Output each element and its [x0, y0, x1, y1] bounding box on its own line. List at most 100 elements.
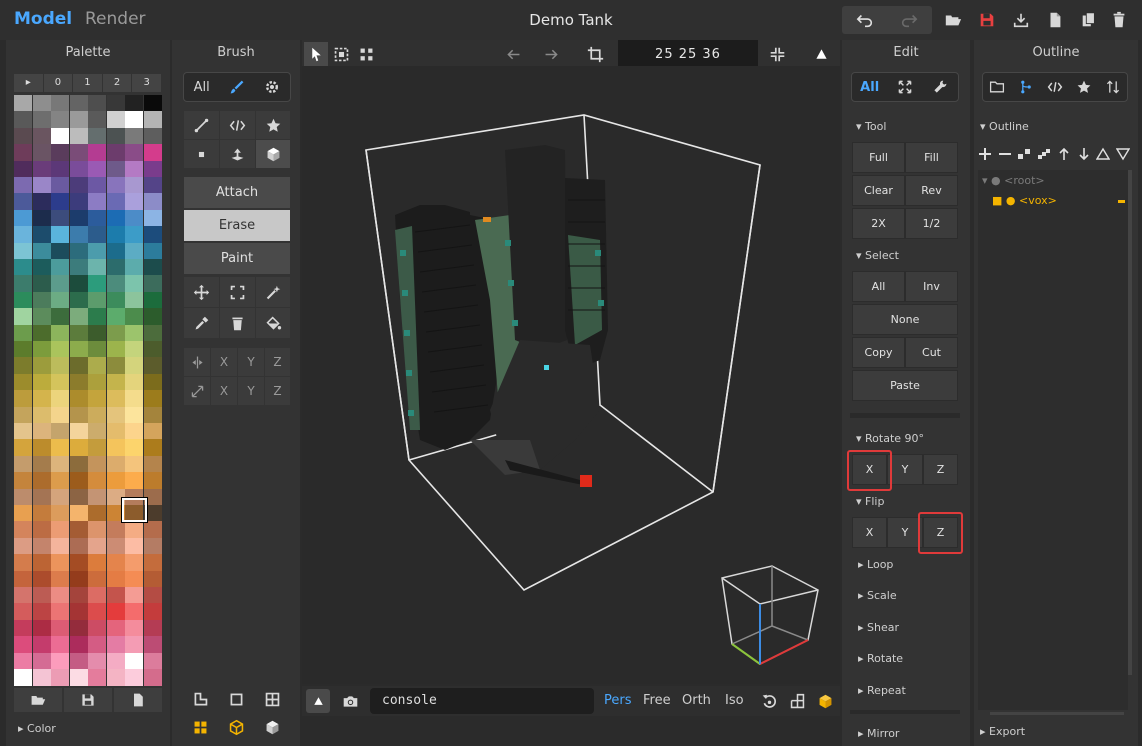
palette-swatch[interactable]: [106, 455, 125, 473]
paste-button[interactable]: Paste: [852, 370, 958, 401]
palette-swatch[interactable]: [69, 652, 88, 670]
palette-swatch[interactable]: [14, 373, 32, 391]
select-invert-button[interactable]: Inv: [905, 271, 958, 302]
layout-square-button[interactable]: [224, 688, 248, 710]
palette-swatch[interactable]: [32, 554, 51, 572]
palette-swatch[interactable]: [88, 570, 106, 588]
palette-swatch[interactable]: [69, 390, 88, 408]
mirror-y-button[interactable]: Y: [238, 348, 264, 376]
palette-swatch[interactable]: [88, 406, 106, 424]
palette-swatch[interactable]: [106, 636, 125, 654]
palette-swatch[interactable]: [14, 144, 32, 162]
palette-swatch[interactable]: [106, 373, 125, 391]
palette-swatch[interactable]: [32, 505, 51, 522]
brush-filter-settings[interactable]: [255, 73, 290, 101]
palette-swatch[interactable]: [88, 488, 106, 506]
palette-swatch[interactable]: [106, 177, 125, 194]
select-tool-button[interactable]: [220, 277, 255, 307]
palette-swatch[interactable]: [88, 439, 106, 457]
palette-swatch[interactable]: [69, 209, 88, 227]
palette-swatch[interactable]: [32, 111, 51, 129]
mirror-toggle-button[interactable]: [184, 348, 210, 376]
palette-swatch[interactable]: [69, 406, 88, 424]
half-button[interactable]: 1/2: [905, 208, 958, 239]
palette-swatch[interactable]: [69, 193, 88, 211]
palette-swatch[interactable]: [32, 455, 51, 473]
redo-button[interactable]: [894, 6, 924, 34]
palette-swatch[interactable]: [143, 209, 162, 227]
palette-swatch[interactable]: [32, 373, 51, 391]
palette-swatch[interactable]: [106, 95, 125, 112]
palette-swatch[interactable]: [125, 259, 143, 276]
view-blocks-button[interactable]: [188, 714, 212, 740]
full-button[interactable]: Full: [852, 142, 905, 173]
cut-button[interactable]: Cut: [905, 337, 958, 368]
palette-swatch[interactable]: [88, 177, 106, 194]
palette-swatch[interactable]: [32, 587, 51, 604]
palette-swatch[interactable]: [32, 488, 51, 506]
palette-swatch[interactable]: [51, 308, 69, 326]
paint-button[interactable]: Paint: [184, 243, 290, 274]
palette-swatch[interactable]: [32, 652, 51, 670]
palette-swatch[interactable]: [14, 554, 32, 572]
copy-button[interactable]: Copy: [852, 337, 905, 368]
palette-swatch[interactable]: [143, 652, 162, 670]
palette-swatch[interactable]: [143, 636, 162, 654]
palette-swatch[interactable]: [51, 652, 69, 670]
palette-swatch[interactable]: [32, 423, 51, 440]
palette-swatch[interactable]: [106, 603, 125, 621]
palette-swatch[interactable]: [32, 308, 51, 326]
palette-swatch[interactable]: [106, 308, 125, 326]
palette-header-0[interactable]: 0: [43, 74, 74, 92]
palette-swatch[interactable]: [69, 619, 88, 637]
layout-split-button[interactable]: [786, 689, 808, 713]
select-all-button[interactable]: All: [852, 271, 905, 302]
fill-button[interactable]: Fill: [905, 142, 958, 173]
palette-swatch[interactable]: [14, 193, 32, 211]
palette-swatch[interactable]: [14, 127, 32, 145]
history-forward-button[interactable]: [538, 42, 564, 66]
palette-swatch[interactable]: [125, 554, 143, 572]
export-section[interactable]: ▸ Export: [980, 725, 1025, 738]
add-icon[interactable]: [978, 147, 992, 161]
screenshot-button[interactable]: [338, 689, 362, 713]
palette-swatch[interactable]: [125, 275, 143, 293]
palette-swatch[interactable]: [32, 127, 51, 145]
palette-swatch[interactable]: [125, 636, 143, 654]
viewport-menu-button[interactable]: [808, 42, 834, 66]
palette-swatch[interactable]: [88, 669, 106, 686]
diagonal-z-button[interactable]: Z: [265, 377, 290, 405]
palette-swatch[interactable]: [32, 177, 51, 194]
palette-swatch[interactable]: [125, 226, 143, 244]
palette-swatch[interactable]: [88, 357, 106, 375]
palette-swatch[interactable]: [143, 423, 162, 440]
collapse-all-icon[interactable]: [1115, 147, 1130, 161]
palette-swatch[interactable]: [125, 193, 143, 211]
model-size-readout[interactable]: 25 25 36: [618, 40, 758, 68]
rotate-section[interactable]: ▸ Rotate: [858, 652, 903, 665]
palette-swatch[interactable]: [143, 177, 162, 194]
palette-swatch[interactable]: [143, 242, 162, 260]
palette-swatch[interactable]: [69, 160, 88, 178]
palette-swatch[interactable]: [14, 439, 32, 457]
undo-button[interactable]: [850, 6, 880, 34]
palette-swatch[interactable]: [69, 570, 88, 588]
palette-swatch[interactable]: [143, 619, 162, 637]
palette-swatch[interactable]: [143, 144, 162, 162]
group-icon[interactable]: [1017, 147, 1031, 161]
palette-swatch[interactable]: [125, 341, 143, 358]
palette-swatch[interactable]: [51, 144, 69, 162]
palette-swatch[interactable]: [106, 341, 125, 358]
outline-filter-sort[interactable]: [1098, 73, 1127, 101]
palette-swatch[interactable]: [143, 390, 162, 408]
mirror-z-button[interactable]: Z: [265, 348, 290, 376]
palette-swatch[interactable]: [32, 537, 51, 555]
palette-swatch[interactable]: [106, 291, 125, 309]
palette-swatch[interactable]: [106, 275, 125, 293]
palette-swatch[interactable]: [32, 619, 51, 637]
palette-swatch[interactable]: [88, 95, 106, 112]
palette-save-button[interactable]: [64, 688, 112, 712]
palette-swatch[interactable]: [51, 570, 69, 588]
palette-swatch[interactable]: [51, 193, 69, 211]
palette-swatch[interactable]: [14, 619, 32, 637]
